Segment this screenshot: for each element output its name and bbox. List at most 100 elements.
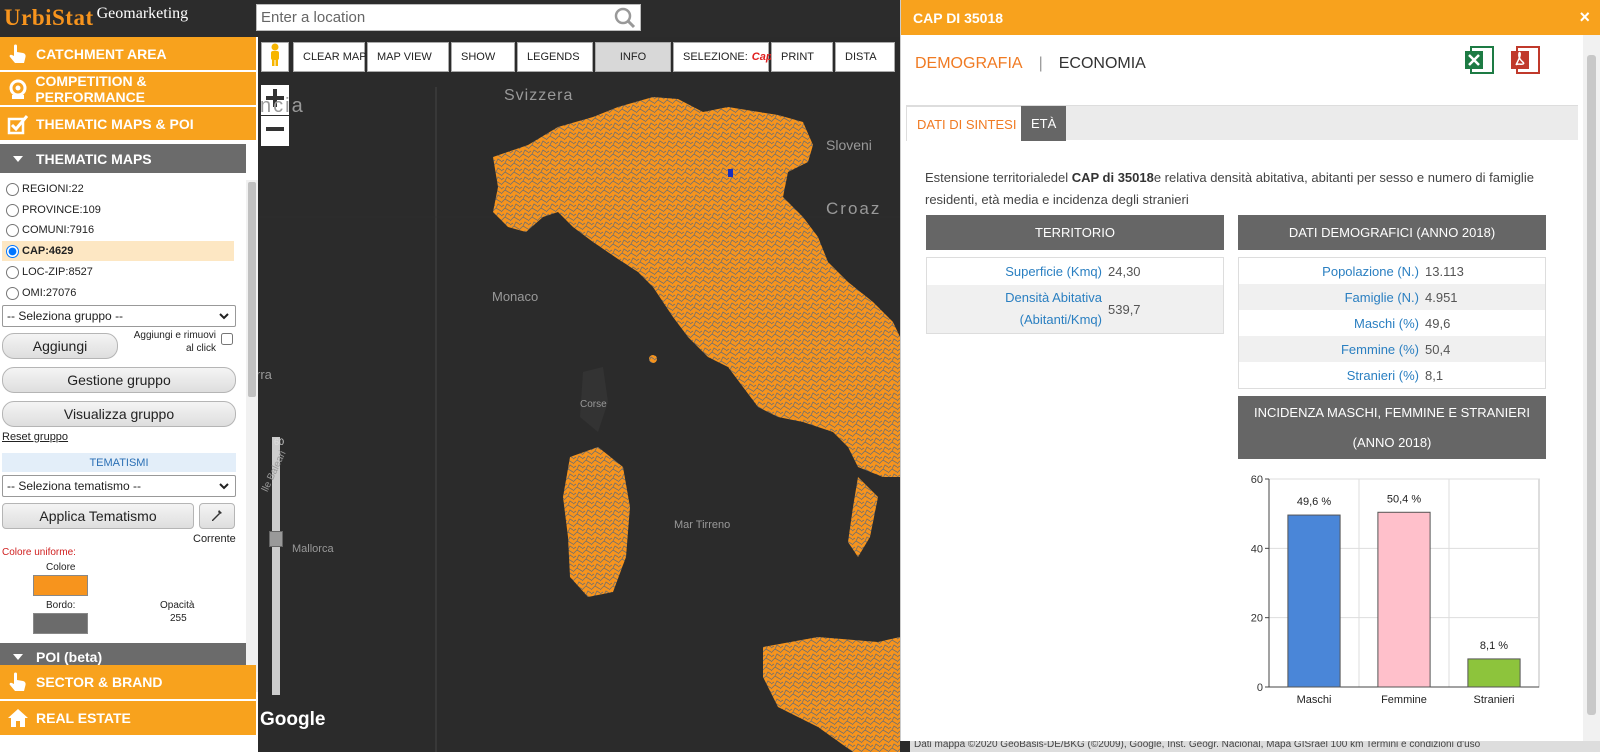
table-row: Stranieri (%) 8,1 <box>1239 362 1545 388</box>
tematismo-select[interactable]: -- Seleziona tematismo -- <box>2 475 236 497</box>
clear-map-button[interactable]: CLEAR MAP <box>293 42 367 72</box>
thematic-maps-header[interactable]: THEMATIC MAPS <box>0 144 246 173</box>
menu-label: THEMATIC MAPS & POI <box>36 115 194 132</box>
manage-group-button[interactable]: Gestione gruppo <box>2 367 236 393</box>
map-label-svizzera: Svizzera <box>504 87 574 104</box>
y-tick-label: 40 <box>1251 543 1263 555</box>
tematismi-label: TEMATISMI <box>2 453 236 472</box>
left-sidebar: CATCHMENT AREA COMPETITION & PERFORMANCE… <box>0 37 258 752</box>
row-value: 24,30 <box>1108 264 1141 279</box>
info-button[interactable]: INFO <box>595 42 671 72</box>
menu-real-estate[interactable]: REAL ESTATE <box>0 701 256 736</box>
radio-comuni[interactable] <box>6 223 19 237</box>
legends-button[interactable]: LEGENDS <box>517 42 593 72</box>
panel-scrollbar[interactable] <box>1583 35 1600 741</box>
map-canvas[interactable]: CLEAR MAP MAP VIEW SHOW LEGENDS INFO SEL… <box>258 37 900 752</box>
intro-pre: Estensione territorialedel <box>925 170 1072 185</box>
pdf-export-icon[interactable] <box>1509 45 1543 80</box>
section-title: THEMATIC MAPS <box>36 150 152 167</box>
level-omi[interactable]: OMI:27076 <box>6 284 76 302</box>
menu-sector-brand[interactable]: SECTOR & BRAND <box>0 665 256 700</box>
bordo-label: Bordo: <box>46 600 76 611</box>
panel-content: DEMOGRAFIA | ECONOMIA DATI DI SINTESI ET… <box>901 35 1583 741</box>
level-comuni[interactable]: COMUNI:7916 <box>6 221 94 239</box>
hand-pointer-icon <box>0 37 36 71</box>
map-label-croazia: Croaz <box>826 199 882 218</box>
radio-province[interactable] <box>6 203 19 217</box>
level-province[interactable]: PROVINCE:109 <box>6 201 101 219</box>
bar-maschi <box>1287 514 1341 688</box>
radio-loc-zip[interactable] <box>6 265 19 279</box>
add-on-click-checkbox[interactable] <box>221 333 233 345</box>
fill-color-swatch[interactable] <box>33 575 88 596</box>
incidenza-header: INCIDENZA MASCHI, FEMMINE E STRANIERI (A… <box>1238 396 1546 459</box>
row-label: Famiglie (N.) <box>1344 289 1419 305</box>
level-cap[interactable]: CAP:4629 <box>2 241 234 261</box>
row-label: Maschi (%) <box>1353 315 1419 331</box>
view-group-button[interactable]: Visualizza gruppo <box>2 401 236 427</box>
apply-tematismo-button[interactable]: Applica Tematismo <box>2 503 194 529</box>
reset-group-link[interactable]: Reset gruppo <box>2 431 68 443</box>
logo[interactable]: UrbiStat Geomarketing <box>4 5 188 31</box>
group-select[interactable]: -- Seleziona gruppo -- <box>2 305 236 327</box>
row-value: 49,6 <box>1425 315 1451 331</box>
corrente-label: Corrente <box>193 533 236 545</box>
pegman-icon <box>268 43 282 72</box>
zoom-slider-handle[interactable] <box>269 531 283 547</box>
map-label-slovenia: Sloveni <box>826 137 872 153</box>
zoom-out-button[interactable] <box>261 116 289 146</box>
eyedropper-button[interactable] <box>199 503 235 529</box>
border-color-swatch[interactable] <box>33 613 88 634</box>
level-loc-zip[interactable]: LOC-ZIP:8527 <box>6 263 93 281</box>
pegman-button[interactable] <box>261 42 289 72</box>
tab-dati-di-sintesi[interactable]: DATI DI SINTESI <box>906 106 1028 141</box>
logo-main: UrbiStat <box>4 5 94 30</box>
menu-thematic-maps-poi[interactable]: THEMATIC MAPS & POI <box>0 107 256 141</box>
add-button[interactable]: Aggiungi <box>2 333 118 359</box>
menu-catchment-area[interactable]: CATCHMENT AREA <box>0 37 256 71</box>
selezione-button[interactable]: SELEZIONE: Cap <box>673 42 773 72</box>
panel-title: CAP DI 35018 <box>913 9 1004 26</box>
radio-cap[interactable] <box>6 244 19 258</box>
show-button[interactable]: SHOW <box>451 42 515 72</box>
tab-eta[interactable]: ETÀ <box>1021 106 1067 141</box>
map-label-rra: rra <box>258 367 272 382</box>
sardinia <box>563 447 630 597</box>
y-tick-label: 0 <box>1257 682 1263 694</box>
map-toolbar: CLEAR MAP MAP VIEW SHOW LEGENDS INFO SEL… <box>258 42 897 74</box>
table-row: Femmine (%) 50,4 <box>1239 336 1545 362</box>
demografici-table: Popolazione (N.) 13.113 Famiglie (N.) 4.… <box>1238 257 1546 389</box>
sidebar-scrollbar[interactable] <box>246 180 258 692</box>
map-label-corse: Corse <box>580 399 607 410</box>
level-label: CAP:4629 <box>22 245 74 257</box>
radio-omi[interactable] <box>6 286 19 300</box>
scrollbar-thumb[interactable] <box>248 182 256 397</box>
eyedropper-icon <box>209 507 225 526</box>
close-icon[interactable]: × <box>1579 7 1590 28</box>
print-button[interactable]: PRINT <box>771 42 833 72</box>
tab-economia[interactable]: ECONOMIA <box>1059 55 1146 73</box>
intro-bold: CAP di 35018 <box>1071 170 1154 185</box>
logo-sub: Geomarketing <box>96 5 189 22</box>
map-base <box>258 87 900 752</box>
menu-competition-performance[interactable]: COMPETITION & PERFORMANCE <box>0 72 256 106</box>
row-value: 50,4 <box>1425 341 1451 357</box>
radio-regioni[interactable] <box>6 182 19 196</box>
menu-label: COMPETITION & PERFORMANCE <box>35 72 147 105</box>
x-tick-label: Stranieri <box>1474 694 1515 706</box>
search-icon[interactable] <box>610 5 640 31</box>
level-regioni[interactable]: REGIONI:22 <box>6 180 84 198</box>
selezione-label: SELEZIONE: <box>683 51 748 63</box>
distance-button[interactable]: DISTA <box>835 42 895 72</box>
scrollbar-thumb[interactable] <box>1587 55 1596 715</box>
excel-export-icon[interactable] <box>1463 45 1497 80</box>
italy-mainland <box>493 97 900 477</box>
google-logo[interactable]: Google <box>260 709 325 731</box>
location-input[interactable] <box>257 5 610 30</box>
house-icon <box>0 701 36 735</box>
tab-demografia[interactable]: DEMOGRAFIA <box>915 55 1023 73</box>
map-view-button[interactable]: MAP VIEW <box>367 42 449 72</box>
colore-label: Colore <box>46 562 76 573</box>
table-row: Densità Abitativa (Abitanti/Kmq) 539,7 <box>927 285 1223 333</box>
level-label: LOC-ZIP:8527 <box>22 266 93 278</box>
